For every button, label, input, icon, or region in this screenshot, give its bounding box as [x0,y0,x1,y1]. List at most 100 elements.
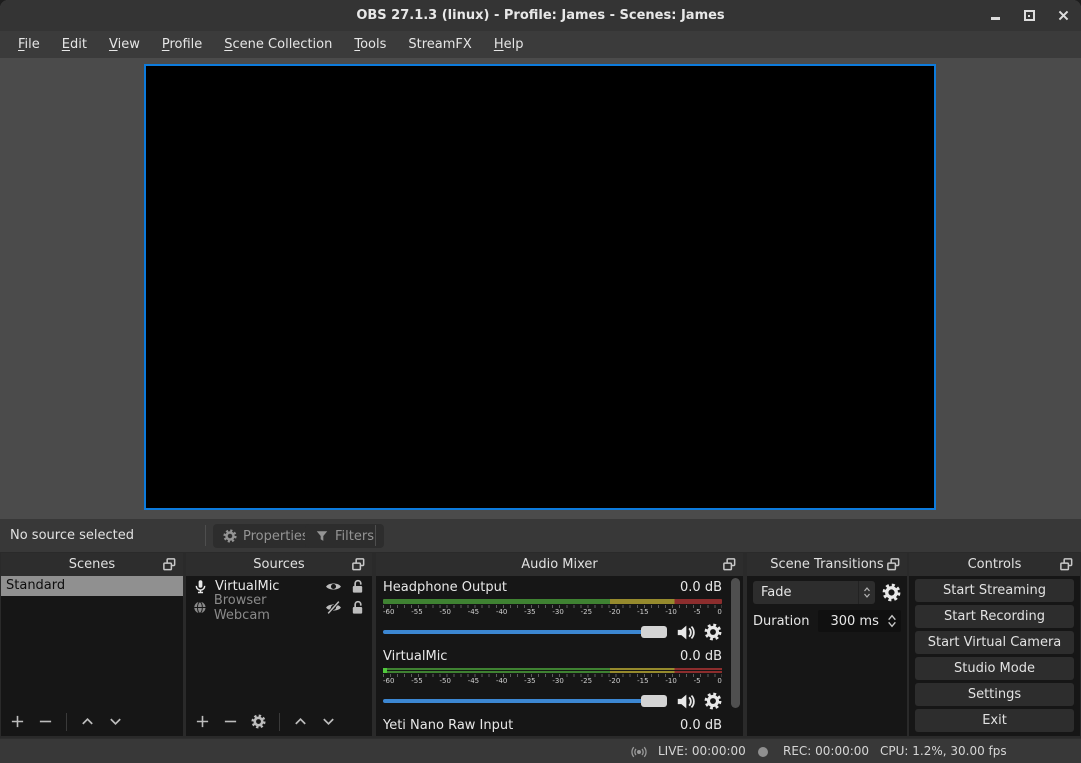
obs-window: OBS 27.1.3 (linux) - Profile: James - Sc… [0,0,1081,763]
channel-name: Headphone Output [383,579,507,597]
menu-item-edit[interactable]: Edit [51,31,98,58]
filters-label: Filters [335,529,374,544]
volume-meter [383,668,722,673]
sources-list: VirtualMic Browser Webcam [186,576,372,707]
meter-tick-label: 0 [717,677,721,686]
broadcast-icon [631,744,647,760]
chevron-up-icon [293,714,308,729]
chevron-down-icon [863,593,871,599]
window-controls [987,0,1071,31]
popout-icon [351,557,366,572]
docks-area: Scenes Standard Sources [0,552,1081,738]
channel-level-db: 0.0 dB [680,717,722,735]
channel-settings-button[interactable] [704,692,722,710]
meter-tick-label: -50 [439,677,450,686]
popout-icon [886,557,901,572]
scenes-list: Standard [1,576,183,707]
controls-panel-header: Controls [909,553,1080,576]
remove-source-button[interactable] [223,714,238,729]
globe-icon [193,600,207,615]
eye-icon [325,578,342,595]
speaker-icon [676,623,695,642]
meter-tick-label: -40 [496,608,507,617]
remove-scene-button[interactable] [38,714,53,729]
volume-slider-handle[interactable] [641,626,667,638]
lock-open-icon [350,579,365,594]
sources-panel: Sources VirtualMic Browser Webcam [186,553,372,736]
combo-spinner[interactable] [858,581,875,604]
meter-tick-label: -45 [468,677,479,686]
source-up-button[interactable] [293,714,308,729]
transition-settings-button[interactable] [882,583,901,602]
duration-spinbox[interactable]: 300 ms [818,610,901,632]
start-recording-button[interactable]: Start Recording [915,605,1074,628]
start-virtual-camera-button[interactable]: Start Virtual Camera [915,631,1074,654]
close-button[interactable] [1055,8,1071,24]
minimize-button[interactable] [987,8,1003,24]
scene-transitions-header: Scene Transitions [747,553,907,576]
menu-item-help[interactable]: Help [483,31,535,58]
start-streaming-button[interactable]: Start Streaming [915,579,1074,602]
source-row-browser-webcam[interactable]: Browser Webcam [186,597,372,618]
exit-button[interactable]: Exit [915,709,1074,732]
scene-down-button[interactable] [108,714,123,729]
audio-mixer-body: Headphone Output 0.0 dB -60-55-50-45-40-… [376,576,743,736]
meter-tick-label: -10 [665,608,676,617]
sources-panel-title: Sources [253,557,304,572]
gear-icon [223,529,237,543]
chevron-down-icon [321,714,336,729]
chevron-down-icon [108,714,123,729]
channel-settings-button[interactable] [704,623,722,641]
meter-tick-label: -10 [665,677,676,686]
settings-button[interactable]: Settings [915,683,1074,706]
transition-selected-value: Fade [761,585,792,600]
menu-item-scene-collection[interactable]: Scene Collection [213,31,343,58]
volume-slider[interactable] [383,699,667,703]
studio-mode-button[interactable]: Studio Mode [915,657,1074,680]
mixer-channel-virtualmic: VirtualMic 0.0 dB -60-55-50-45-40-35-30-… [383,648,722,712]
add-scene-button[interactable] [10,714,25,729]
duration-value: 300 ms [830,614,878,629]
preview-canvas[interactable] [144,64,936,510]
volume-slider[interactable] [383,630,667,634]
lock-toggle[interactable] [350,600,365,615]
add-source-button[interactable] [195,714,210,729]
menu-item-view[interactable]: View [98,31,151,58]
minimize-icon [991,17,1000,20]
meter-tick-label: -25 [581,677,592,686]
meter-tick-label: -20 [609,608,620,617]
gear-icon [882,583,901,602]
mixer-scrollbar[interactable] [730,578,741,734]
filters-button[interactable]: Filters [305,524,384,548]
visibility-toggle[interactable] [325,578,342,595]
menu-item-profile[interactable]: Profile [151,31,213,58]
spinbox-arrows[interactable] [886,610,898,632]
mute-toggle[interactable] [676,692,695,711]
menu-item-tools[interactable]: Tools [343,31,397,58]
lock-open-icon [350,600,365,615]
source-down-button[interactable] [321,714,336,729]
visibility-toggle[interactable] [325,599,342,616]
meter-tick-label: -5 [694,608,701,617]
meter-tick-label: 0 [717,608,721,617]
scenes-toolbar [1,707,183,736]
scene-up-button[interactable] [80,714,95,729]
maximize-button[interactable] [1021,8,1037,24]
properties-button[interactable]: Properties [213,524,319,548]
scrollbar-thumb[interactable] [731,578,740,708]
scenes-panel: Scenes Standard [1,553,183,736]
source-properties-button[interactable] [251,714,266,729]
meter-tick-label: -35 [524,608,535,617]
menu-item-streamfx[interactable]: StreamFX [397,31,482,58]
lock-toggle[interactable] [350,579,365,594]
mute-toggle[interactable] [676,623,695,642]
mixer-channel-headphone-output: Headphone Output 0.0 dB -60-55-50-45-40-… [383,579,722,643]
transition-select[interactable]: Fade [753,581,875,604]
meter-scale: -60-55-50-45-40-35-30-25-20-15-10-50 [383,608,722,617]
audio-mixer-panel: Audio Mixer Headphone Output 0.0 dB -60-… [376,553,743,736]
volume-slider-handle[interactable] [641,695,667,707]
scene-item-standard[interactable]: Standard [1,576,183,596]
channel-level-db: 0.0 dB [680,579,722,597]
menu-item-file[interactable]: File [7,31,51,58]
controls-panel: Controls Start Streaming Start Recording… [909,553,1080,736]
